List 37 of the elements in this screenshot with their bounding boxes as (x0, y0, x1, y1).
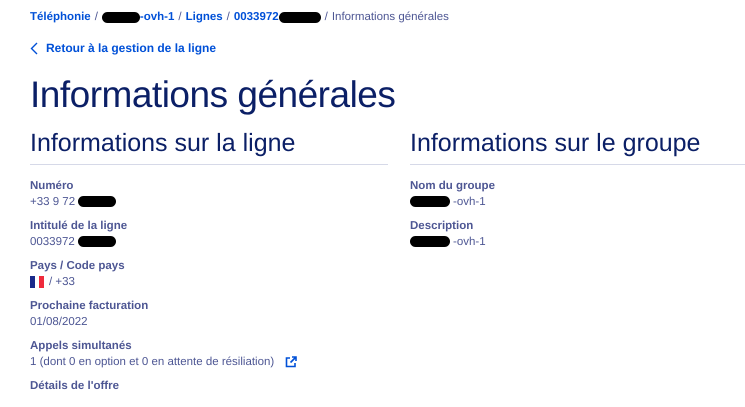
breadcrumb-link[interactable]: 0033972 (234, 11, 321, 23)
external-link-icon[interactable] (285, 356, 298, 368)
value-text: +33 9 72 (30, 194, 76, 210)
chevron-left-icon (30, 42, 38, 54)
redaction-mark (410, 196, 450, 207)
back-link[interactable]: Retour à la gestion de la ligne (30, 41, 216, 55)
field-label: Description (410, 218, 474, 234)
breadcrumb-link[interactable]: -ovh-1 (102, 11, 174, 23)
section-heading: Informations sur la ligne (30, 126, 388, 164)
breadcrumb-separator: / (94, 11, 98, 23)
field-label: Détails de l'offre (30, 378, 120, 394)
redaction-mark (410, 236, 450, 247)
breadcrumb-link[interactable]: Lignes (186, 11, 223, 23)
redaction-mark (78, 196, 116, 207)
flag-icon (30, 276, 44, 288)
redaction-mark (102, 12, 140, 22)
value-text: 1 (dont 0 en option et 0 en attente de résiliation) (30, 354, 274, 370)
field-label: Intitulé de la ligne (30, 218, 128, 234)
value-text: -ovh-1 (453, 194, 486, 210)
page-title: Informations générales (30, 72, 396, 117)
field-label: Nom du groupe (410, 178, 496, 194)
section-heading: Informations sur le groupe (410, 126, 745, 164)
value-text: -ovh-1 (453, 234, 486, 250)
field-label: Prochaine facturation (30, 298, 150, 314)
field-label: Appels simultanés (30, 338, 133, 354)
field-label: Numéro (30, 178, 74, 194)
value-text: / +33 (49, 274, 75, 290)
breadcrumb-separator: / (324, 11, 328, 23)
field-label: Pays / Code pays (30, 258, 126, 274)
breadcrumb-separator: / (226, 11, 230, 23)
current-page-label: Informations générales (332, 11, 449, 23)
value-text: 0033972 (30, 234, 75, 250)
redaction-mark (78, 236, 116, 247)
redaction-mark (278, 12, 321, 22)
value-text: 01/08/2022 (30, 314, 88, 330)
breadcrumb-link[interactable]: Téléphonie (30, 11, 91, 23)
breadcrumb-separator: / (178, 11, 182, 23)
